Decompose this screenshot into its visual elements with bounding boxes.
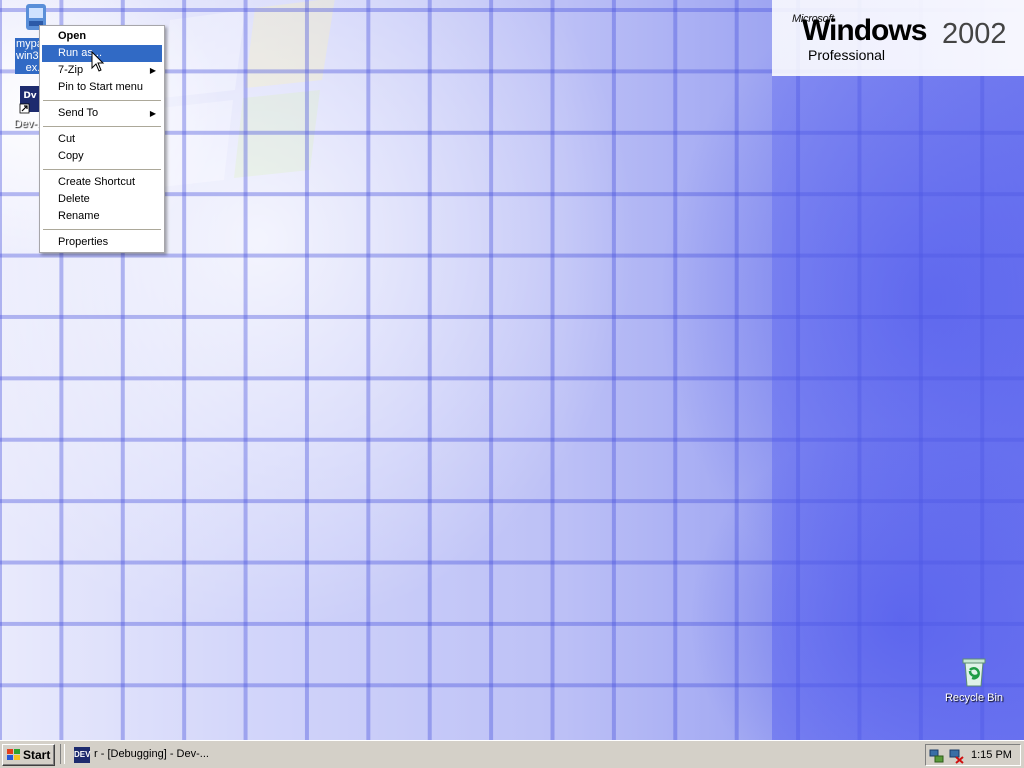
network-connection-icon[interactable] [929, 748, 945, 764]
menu-item-properties[interactable]: Properties [42, 234, 162, 251]
menu-item-copy[interactable]: Copy [42, 148, 162, 165]
windows-brand-logo: Microsoft Windows 2002 Professional [772, 0, 1024, 76]
brand-edition: Professional [808, 47, 886, 63]
taskbar-grip[interactable] [60, 744, 65, 764]
menu-item-label: Send To [58, 107, 99, 119]
wallpaper-shade-band [772, 76, 1024, 740]
start-button[interactable]: Start [2, 744, 55, 766]
system-tray: 1:15 PM [925, 744, 1021, 766]
menu-separator [43, 169, 161, 170]
brand-year: 2002 [942, 18, 1007, 50]
taskbar-button-devcpp[interactable]: DEV r - [Debugging] - Dev-... [70, 744, 230, 766]
menu-item-send-to[interactable]: Send To ▶ [42, 105, 162, 122]
clock[interactable]: 1:15 PM [971, 749, 1012, 761]
submenu-arrow-icon: ▶ [149, 109, 156, 118]
start-label: Start [23, 748, 51, 762]
taskbar: Start DEV r - [Debugging] - Dev-... 1:15… [0, 740, 1024, 768]
menu-item-label: 7-Zip [58, 64, 84, 76]
menu-separator [43, 229, 161, 230]
desktop-icon-recycle-bin[interactable]: Recycle Bin [936, 656, 1012, 704]
menu-item-delete[interactable]: Delete [42, 191, 162, 208]
taskbar-button-label: r - [Debugging] - Dev-... [94, 748, 209, 760]
network-disconnected-icon[interactable] [948, 748, 964, 764]
svg-text:Dv: Dv [23, 91, 36, 101]
menu-item-create-shortcut[interactable]: Create Shortcut [42, 174, 162, 191]
menu-separator [43, 126, 161, 127]
menu-item-open[interactable]: Open [42, 28, 162, 45]
windows-flag-icon [7, 749, 20, 760]
desktop-icon-label: Recycle Bin [944, 692, 1004, 704]
recycle-bin-icon [962, 658, 986, 687]
brand-windows: Windows [802, 14, 927, 47]
menu-item-cut[interactable]: Cut [42, 131, 162, 148]
mouse-pointer-icon [91, 51, 105, 72]
devcpp-app-icon: DEV [74, 747, 90, 763]
menu-item-pin-to-start[interactable]: Pin to Start menu [42, 79, 162, 96]
submenu-arrow-icon: ▶ [149, 66, 156, 75]
menu-separator [43, 100, 161, 101]
menu-item-rename[interactable]: Rename [42, 208, 162, 225]
desktop[interactable]: Microsoft Windows 2002 Professional mypa… [0, 0, 1024, 740]
